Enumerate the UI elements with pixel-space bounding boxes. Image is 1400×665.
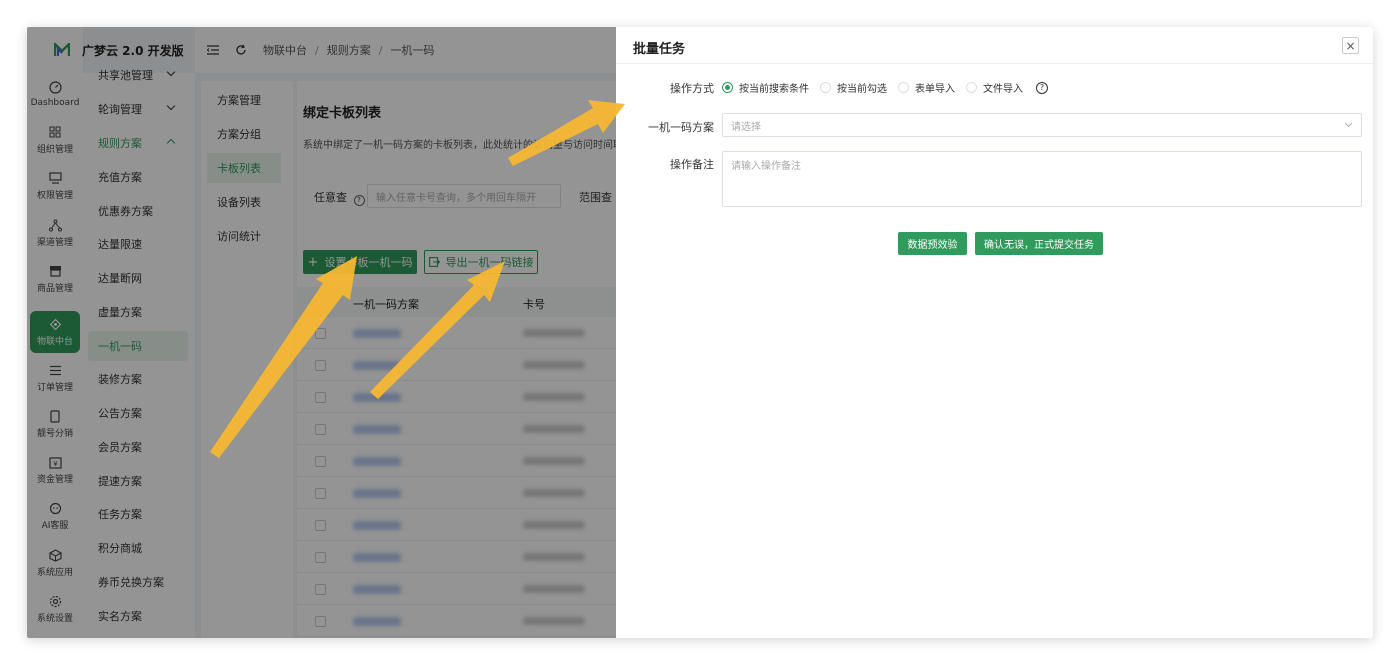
validate-data-button[interactable]: 数据预效验	[898, 232, 967, 255]
help-icon[interactable]: ?	[1036, 81, 1048, 94]
drawer-title: 批量任务	[633, 42, 686, 57]
radio-label: 表单导入	[915, 84, 955, 95]
radio-dot	[966, 82, 977, 93]
radio-label: 按当前勾选	[837, 84, 887, 95]
radio-dot	[820, 82, 831, 93]
radio-label: 按当前搜索条件	[739, 84, 809, 95]
remark-label: 操作备注	[670, 158, 714, 171]
batch-task-drawer: 批量任务 × 操作方式 按当前搜索条件 按当前勾选 表单导入 文件导入 ? 一机…	[616, 27, 1373, 638]
close-icon[interactable]: ×	[1342, 37, 1359, 54]
submit-task-button[interactable]: 确认无误，正式提交任务	[975, 232, 1103, 255]
remark-textarea[interactable]: 请输入操作备注	[722, 151, 1362, 207]
radio-dot	[722, 82, 733, 93]
op-mode-label: 操作方式	[670, 82, 714, 95]
drawer-header: 批量任务 ×	[616, 27, 1373, 64]
scheme-label: 一机一码方案	[648, 121, 714, 134]
chevron-down-icon	[1344, 119, 1353, 128]
radio-form-import[interactable]: 表单导入	[898, 80, 955, 95]
radio-file-import[interactable]: 文件导入	[966, 80, 1023, 95]
app-window: Dashboard 组织管理 权限管理 渠道管理 商品管理 物联中台 订单管理 …	[27, 27, 1373, 638]
scheme-select[interactable]: 请选择	[722, 113, 1362, 137]
radio-search-condition[interactable]: 按当前搜索条件	[722, 80, 809, 95]
op-mode-radio-group: 按当前搜索条件 按当前勾选 表单导入 文件导入 ?	[722, 80, 1048, 95]
radio-current-selection[interactable]: 按当前勾选	[820, 80, 887, 95]
radio-dot	[898, 82, 909, 93]
select-placeholder: 请选择	[731, 121, 761, 133]
radio-label: 文件导入	[983, 84, 1023, 95]
